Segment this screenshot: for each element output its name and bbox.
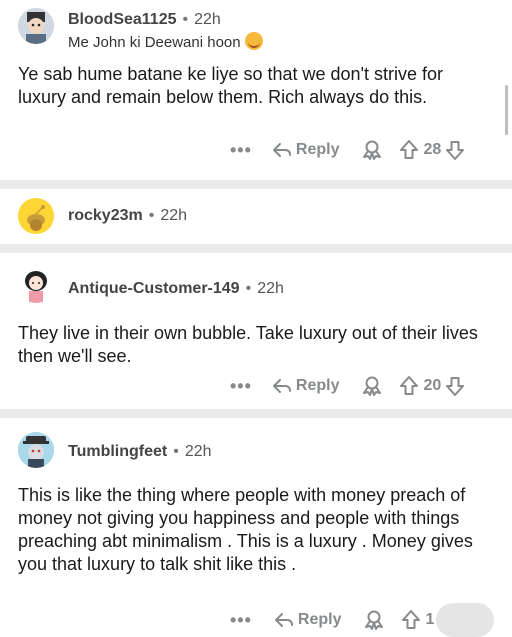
comment-card: Tumblingfeet • 22h This is like the thing … xyxy=(0,418,512,631)
upvote-icon[interactable] xyxy=(399,375,419,397)
comment-author[interactable]: BloodSea1125 • 22h xyxy=(68,11,221,29)
more-icon[interactable]: ••• xyxy=(230,376,252,397)
reply-button[interactable]: Reply xyxy=(272,141,340,159)
avatar[interactable] xyxy=(18,8,54,44)
user-avatar-icon xyxy=(18,432,54,468)
comment-actions: ••• Reply 28 xyxy=(230,137,465,163)
dot-separator: • xyxy=(173,443,179,460)
comment-card: BloodSea1125 • 22h Me John ki Deewani hoon… xyxy=(0,0,512,180)
comment-body: Ye sab hume batane ke liye so that we do… xyxy=(18,64,444,107)
username[interactable]: BloodSea1125 xyxy=(68,11,177,28)
timestamp: 22h xyxy=(160,207,188,224)
award-icon[interactable] xyxy=(361,139,383,161)
downvote-icon[interactable] xyxy=(445,139,465,161)
user-flair: Me John ki Deewani hoon xyxy=(68,32,263,51)
more-icon[interactable]: ••• xyxy=(230,140,252,161)
comment-author[interactable]: Antique-Customer-149 • 22h xyxy=(68,280,284,298)
reply-arrow-icon xyxy=(272,143,291,157)
username[interactable]: Antique-Customer-149 xyxy=(68,280,240,297)
upvote-icon[interactable] xyxy=(401,609,421,631)
more-icon[interactable]: ••• xyxy=(230,610,252,631)
comment-divider xyxy=(0,409,512,418)
reply-button[interactable]: Reply xyxy=(272,377,340,395)
vote-score: 1 xyxy=(425,611,435,628)
award-icon[interactable] xyxy=(363,609,385,631)
comment-actions: ••• Reply 20 xyxy=(230,373,465,399)
reply-arrow-icon xyxy=(272,379,291,393)
dot-separator: • xyxy=(182,11,189,28)
scrollbar[interactable] xyxy=(505,85,508,135)
comment-body: This is like the thing where people with… xyxy=(18,485,473,574)
dot-separator: • xyxy=(148,207,155,224)
comment-card: Antique-Customer-149 • 22h They live in th… xyxy=(0,253,512,409)
snoo-avatar-icon xyxy=(18,198,54,234)
timestamp: 22h xyxy=(257,280,284,297)
user-avatar-icon xyxy=(18,8,54,44)
reply-arrow-icon xyxy=(274,613,293,627)
avatar[interactable] xyxy=(18,198,54,234)
downvote-icon[interactable] xyxy=(445,375,465,397)
username[interactable]: rocky23m xyxy=(68,207,143,224)
smiling-face-emoji-icon xyxy=(244,32,263,50)
comment-divider xyxy=(0,180,512,189)
comment-card-collapsed[interactable]: rocky23m • 22h xyxy=(0,189,512,244)
timestamp: 22h xyxy=(194,11,221,28)
comment-author[interactable]: rocky23m • 22h xyxy=(68,207,187,225)
reply-label: Reply xyxy=(295,377,340,394)
floating-overlay xyxy=(436,603,494,637)
reply-label: Reply xyxy=(295,141,340,158)
reply-button[interactable]: Reply xyxy=(274,611,342,629)
avatar[interactable] xyxy=(18,432,54,468)
upvote-icon[interactable] xyxy=(399,139,419,161)
username[interactable]: Tumblingfeet xyxy=(68,443,167,460)
timestamp: 22h xyxy=(184,443,212,460)
flair-text: Me John ki Deewani hoon xyxy=(68,34,241,51)
comment-divider xyxy=(0,244,512,253)
award-icon[interactable] xyxy=(361,375,383,397)
dot-separator: • xyxy=(245,280,252,297)
user-avatar-icon xyxy=(18,267,54,303)
comment-body: They live in their own bubble. Take luxu… xyxy=(18,323,478,366)
reply-label: Reply xyxy=(297,611,342,628)
vote-score: 20 xyxy=(423,377,442,394)
comment-author[interactable]: Tumblingfeet • 22h xyxy=(68,443,212,461)
avatar[interactable] xyxy=(18,267,54,303)
vote-score: 28 xyxy=(423,141,442,158)
comment-actions: ••• Reply 1 xyxy=(230,607,438,633)
